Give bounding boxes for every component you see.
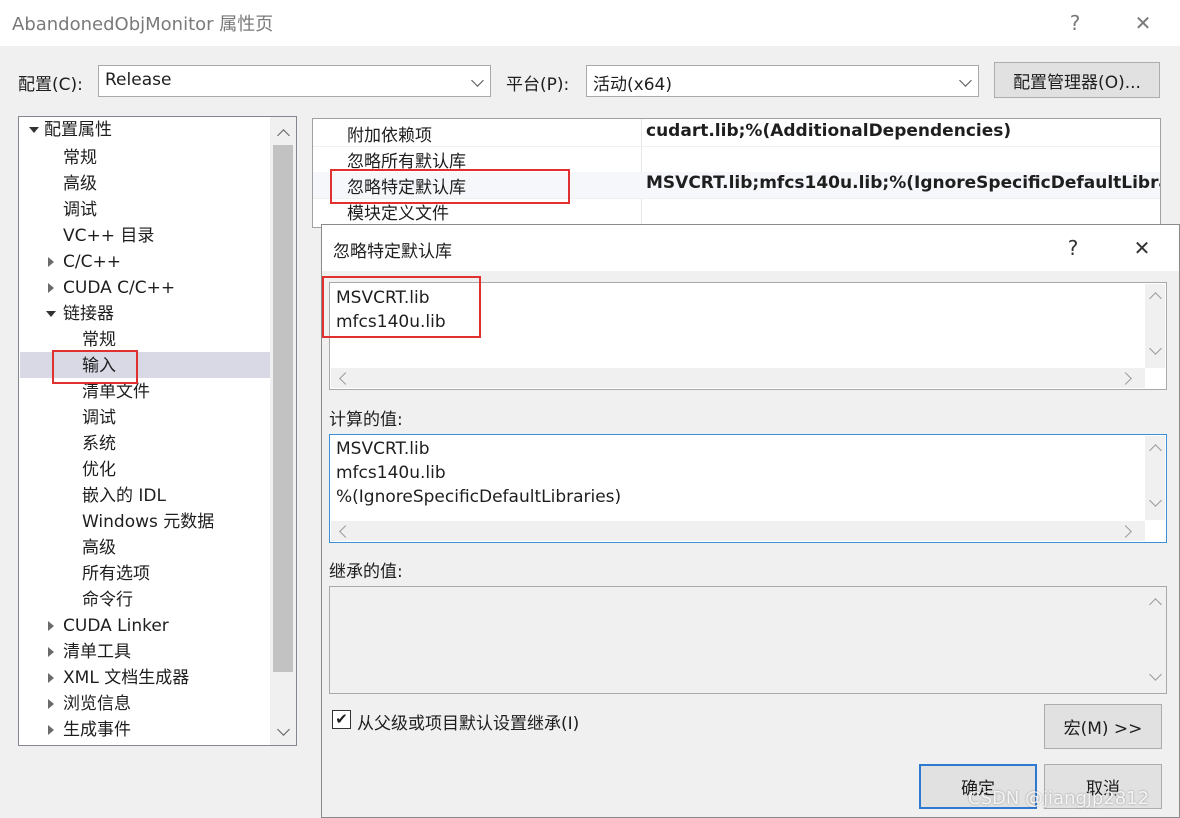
- tree-item-windows-metadata[interactable]: Windows 元数据: [82, 509, 214, 535]
- horizontal-scrollbar[interactable]: [331, 368, 1145, 388]
- tree-item-vc-directories[interactable]: VC++ 目录: [63, 223, 154, 249]
- grid-row-value: cudart.lib;%(AdditionalDependencies): [646, 121, 1012, 141]
- evaluated-value-box[interactable]: MSVCRT.lib mfcs140u.lib %(IgnoreSpecific…: [329, 434, 1167, 543]
- collapse-triangle-icon[interactable]: [46, 311, 56, 317]
- highlight-box: [52, 350, 138, 384]
- grid-row[interactable]: 附加依赖项 cudart.lib;%(AdditionalDependencie…: [313, 120, 1160, 146]
- scroll-left-icon[interactable]: [339, 525, 352, 538]
- scroll-right-icon[interactable]: [1119, 525, 1132, 538]
- dialog-title-bar: 忽略特定默认库 ? ✕: [322, 225, 1179, 271]
- help-icon[interactable]: ?: [1058, 6, 1092, 40]
- evaluated-line: %(IgnoreSpecificDefaultLibraries): [336, 487, 622, 507]
- tree-item-config-properties[interactable]: 配置属性: [44, 117, 112, 143]
- grid-row-name: 附加依赖项: [347, 126, 432, 146]
- expand-triangle-icon[interactable]: [48, 621, 54, 631]
- expand-triangle-icon[interactable]: [48, 257, 54, 267]
- tree-item-linker-advanced[interactable]: 高级: [82, 535, 116, 561]
- tree-item-cpp[interactable]: C/C++: [63, 249, 121, 275]
- chevron-down-icon: [471, 74, 484, 87]
- scroll-up-icon[interactable]: [1149, 444, 1162, 457]
- scroll-left-icon[interactable]: [339, 372, 352, 385]
- scroll-right-icon[interactable]: [1119, 372, 1132, 385]
- ignore-specific-libs-dialog: 忽略特定默认库 ? ✕ MSVCRT.lib mfcs140u.lib 计算的值…: [321, 224, 1180, 818]
- tree-item-system[interactable]: 系统: [82, 431, 116, 457]
- tree-item-debugging[interactable]: 调试: [63, 197, 97, 223]
- inherit-checkbox-label: 从父级或项目默认设置继承(I): [357, 714, 580, 734]
- title-bar: AbandonedObjMonitor 属性页 ? ✕: [0, 0, 1180, 46]
- platform-dropdown[interactable]: 活动(x64): [586, 65, 979, 97]
- inherited-value-label: 继承的值:: [329, 562, 403, 582]
- tree-item-optimization[interactable]: 优化: [82, 457, 116, 483]
- watermark: CSDN @jiangjp2812: [968, 788, 1150, 809]
- platform-value: 活动(x64): [593, 75, 672, 95]
- config-dropdown[interactable]: Release: [98, 65, 491, 97]
- tree-item-general[interactable]: 常规: [63, 145, 97, 171]
- vertical-scrollbar[interactable]: [1145, 436, 1165, 520]
- vertical-scrollbar[interactable]: [1145, 588, 1165, 692]
- highlight-box: [322, 276, 481, 338]
- expand-triangle-icon[interactable]: [48, 647, 54, 657]
- tree-item-cuda-linker[interactable]: CUDA Linker: [63, 613, 169, 639]
- tree-item-linker-debugging[interactable]: 调试: [82, 405, 116, 431]
- scroll-down-icon[interactable]: [1149, 342, 1162, 355]
- inherited-value-box[interactable]: [329, 586, 1167, 694]
- tree-item-all-options[interactable]: 所有选项: [82, 561, 150, 587]
- tree-item-advanced[interactable]: 高级: [63, 171, 97, 197]
- help-icon[interactable]: ?: [1056, 231, 1090, 265]
- vertical-scrollbar[interactable]: [1145, 284, 1165, 368]
- macros-button[interactable]: 宏(M) >>: [1044, 704, 1162, 749]
- property-tree: 配置属性 常规 高级 调试 VC++ 目录 C/C++ CUDA C/C++ 链…: [18, 116, 297, 746]
- config-label: 配置(C):: [18, 75, 83, 95]
- tree-scrollbar-thumb[interactable]: [273, 145, 293, 672]
- tree-item-cuda-cpp[interactable]: CUDA C/C++: [63, 275, 175, 301]
- scroll-down-icon[interactable]: [1149, 494, 1162, 507]
- expand-triangle-icon[interactable]: [48, 673, 54, 683]
- grid-row-value: MSVCRT.lib;mfcs140u.lib;%(IgnoreSpecific…: [646, 173, 1161, 193]
- config-value: Release: [105, 70, 172, 90]
- tree-item-xml-doc-generator[interactable]: XML 文档生成器: [63, 665, 189, 691]
- evaluated-line: mfcs140u.lib: [336, 463, 446, 483]
- inherit-checkbox[interactable]: ✔: [332, 710, 351, 729]
- evaluated-line: MSVCRT.lib: [336, 439, 430, 459]
- config-manager-button[interactable]: 配置管理器(O)...: [994, 62, 1160, 98]
- collapse-triangle-icon[interactable]: [29, 127, 39, 133]
- tree-item-embedded-idl[interactable]: 嵌入的 IDL: [82, 483, 166, 509]
- tree-item-command-line[interactable]: 命令行: [82, 587, 133, 613]
- close-icon[interactable]: ✕: [1125, 231, 1159, 265]
- property-grid: 附加依赖项 cudart.lib;%(AdditionalDependencie…: [312, 118, 1161, 228]
- tree-item-manifest-tool[interactable]: 清单工具: [63, 639, 131, 665]
- highlight-box: [330, 169, 570, 204]
- horizontal-scrollbar[interactable]: [331, 521, 1145, 541]
- close-icon[interactable]: ✕: [1126, 6, 1160, 40]
- evaluated-value-label: 计算的值:: [329, 410, 403, 430]
- scroll-up-icon[interactable]: [1149, 598, 1162, 611]
- tree-item-build-events[interactable]: 生成事件: [63, 717, 131, 743]
- expand-triangle-icon[interactable]: [48, 725, 54, 735]
- scroll-down-icon[interactable]: [1149, 668, 1162, 681]
- dialog-title: 忽略特定默认库: [333, 242, 452, 262]
- chevron-down-icon: [959, 74, 972, 87]
- window-title: AbandonedObjMonitor 属性页: [12, 14, 274, 35]
- tree-item-linker[interactable]: 链接器: [63, 301, 114, 327]
- scroll-up-icon[interactable]: [1149, 292, 1162, 305]
- platform-label: 平台(P):: [506, 75, 570, 95]
- expand-triangle-icon[interactable]: [48, 699, 54, 709]
- expand-triangle-icon[interactable]: [48, 283, 54, 293]
- tree-item-browse-info[interactable]: 浏览信息: [63, 691, 131, 717]
